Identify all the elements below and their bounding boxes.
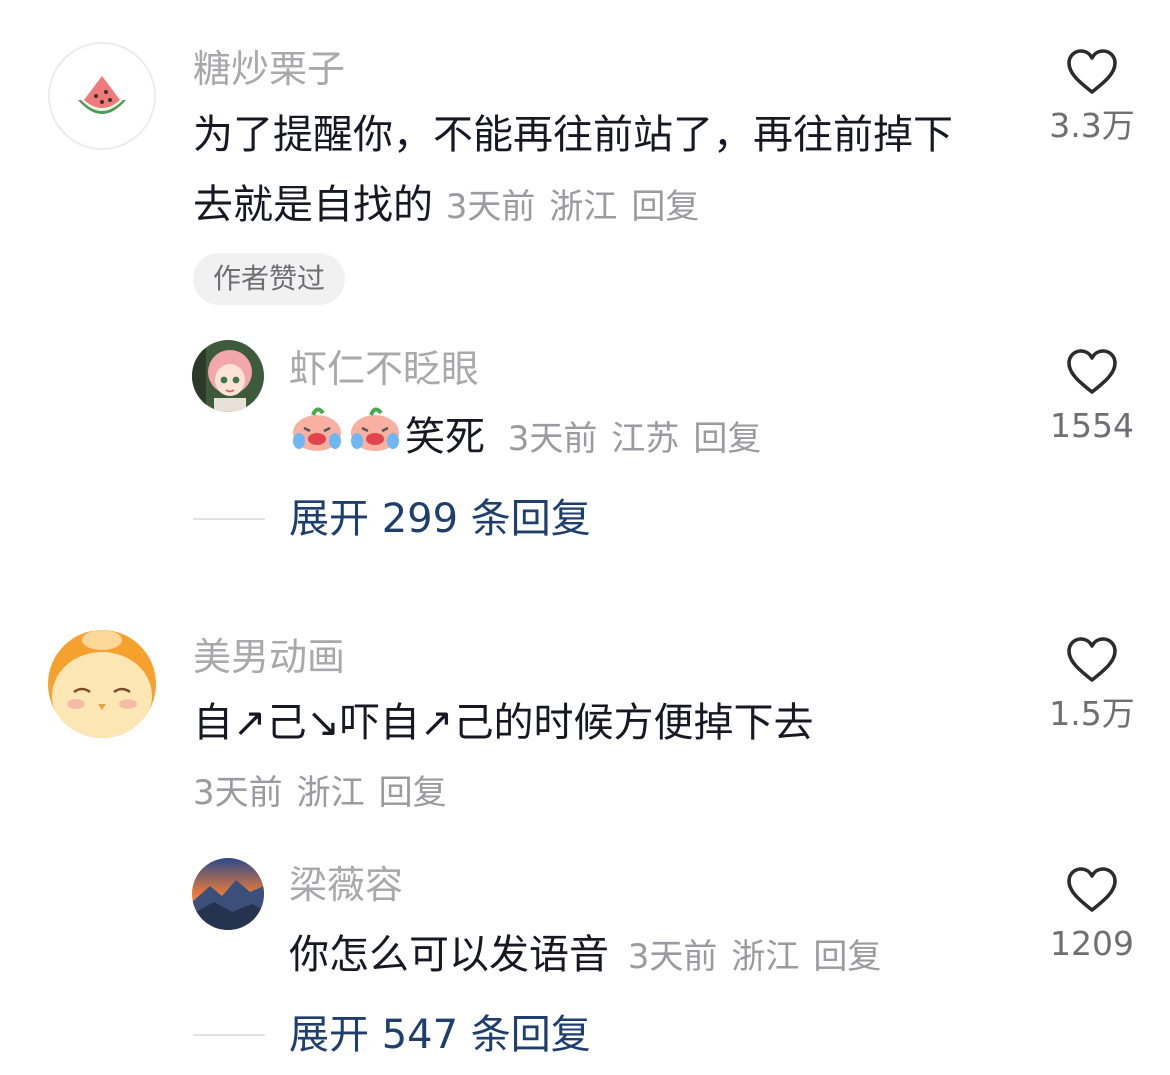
like-count: 3.3万: [1049, 106, 1135, 145]
comment-username[interactable]: 糖炒栗子: [193, 46, 345, 92]
divider: [193, 518, 265, 520]
reply-location: 江苏: [611, 419, 680, 459]
anime-girl-avatar[interactable]: [192, 340, 264, 412]
like-count: 1554: [1050, 406, 1134, 445]
watermelon-avatar[interactable]: [48, 42, 156, 150]
comment-time: 3天前: [445, 187, 536, 227]
chick-avatar[interactable]: [48, 630, 156, 738]
like-button[interactable]: 1.5万: [1032, 636, 1152, 734]
comment-text: 自↗己↘吓自↗己的时候方便掉下去: [193, 700, 814, 746]
expand-replies-button[interactable]: 展开 547 条回复: [193, 1010, 591, 1060]
like-button[interactable]: 1554: [1032, 348, 1152, 446]
expand-replies-label[interactable]: 展开 299 条回复: [289, 494, 591, 544]
comment-text-line: 为了提醒你，不能再往前站了，再往前掉下: [193, 112, 953, 158]
reply-time: 3天前: [627, 937, 718, 977]
reply-meta: 3天前 江苏 回复: [508, 419, 776, 459]
reply-text-body: 你怎么可以发语音: [289, 932, 609, 978]
comment-text: 为了提醒你，不能再往前站了，再往前掉下 去就是自找的 3天前 浙江 回复: [193, 100, 1023, 242]
reply-button[interactable]: 回复: [631, 187, 699, 227]
anime-girl-icon: [192, 340, 264, 412]
comment-username[interactable]: 美男动画: [193, 634, 345, 680]
heart-outline-icon: [1067, 49, 1117, 94]
heart-outline-icon: [1067, 349, 1117, 394]
comment-location: 浙江: [549, 187, 618, 227]
like-button[interactable]: 1209: [1032, 866, 1152, 964]
heart-outline-icon: [1067, 637, 1117, 682]
comment-meta: 3天前 浙江 回复: [446, 187, 714, 227]
like-button[interactable]: 3.3万: [1032, 48, 1152, 146]
expand-replies-button[interactable]: 展开 299 条回复: [193, 494, 591, 544]
author-liked-badge: 作者赞过: [193, 253, 346, 305]
reply-text: 笑死 3天前 江苏 回复: [289, 402, 775, 475]
mountain-sunset-avatar[interactable]: [192, 858, 264, 930]
comment-text-line: 去就是自找的: [193, 182, 433, 228]
reply-button[interactable]: 回复: [379, 773, 447, 813]
like-count: 1.5万: [1049, 694, 1135, 733]
reply-time: 3天前: [507, 419, 598, 459]
comment-text-line-with-meta: 去就是自找的 3天前 浙江 回复: [193, 170, 1023, 242]
reply-username[interactable]: 虾仁不眨眼: [289, 346, 479, 392]
expand-replies-label[interactable]: 展开 547 条回复: [289, 1010, 591, 1060]
reply-button[interactable]: 回复: [813, 937, 881, 977]
reply-button[interactable]: 回复: [693, 419, 761, 459]
like-count: 1209: [1050, 924, 1134, 963]
reply-meta: 3天前 浙江 回复: [628, 937, 896, 977]
crying-laughing-emoji: [289, 403, 345, 475]
mountain-sunset-icon: [192, 858, 264, 930]
crying-laughing-emoji: [347, 403, 403, 475]
heart-outline-icon: [1067, 867, 1117, 912]
divider: [193, 1034, 265, 1036]
chick-icon: [48, 630, 156, 738]
reply-text-body: 笑死: [405, 414, 485, 460]
reply-username[interactable]: 梁薇容: [289, 862, 403, 908]
comment-time: 3天前: [193, 773, 283, 813]
watermelon-icon: [78, 76, 126, 114]
reply-text: 你怎么可以发语音 3天前 浙江 回复: [289, 920, 895, 992]
comment-location: 浙江: [296, 773, 365, 813]
comment-meta: 3天前 浙江 回复: [193, 770, 461, 816]
reply-location: 浙江: [731, 937, 800, 977]
